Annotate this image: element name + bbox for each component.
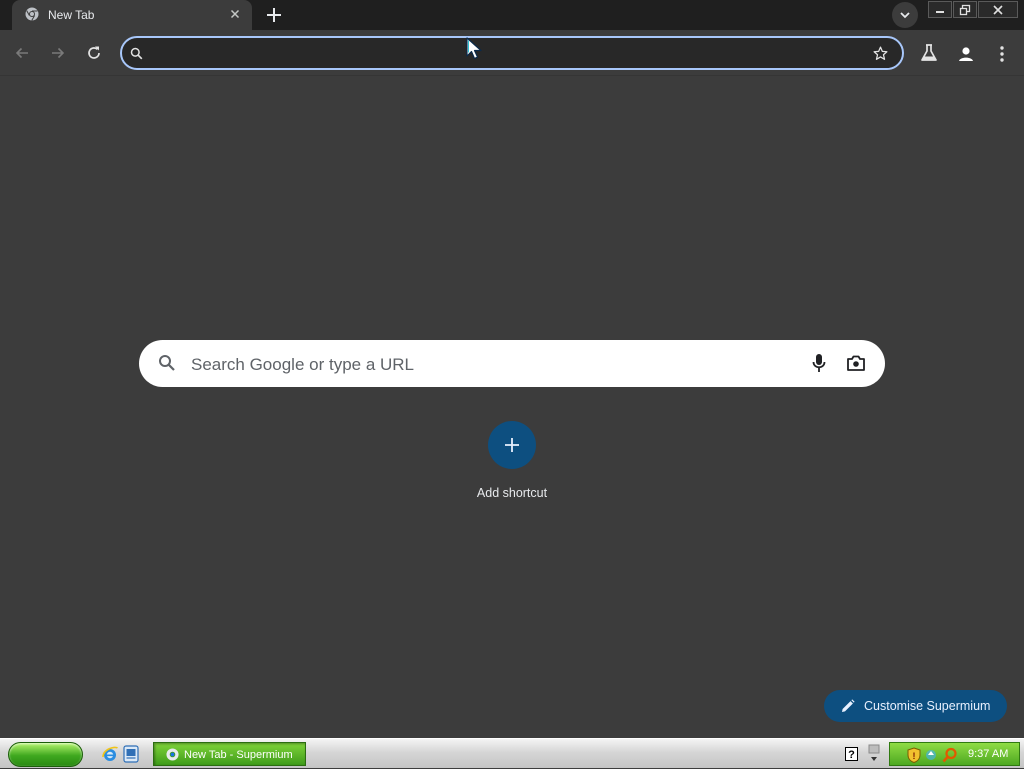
search-icon[interactable]	[942, 747, 958, 768]
chevron-icon[interactable]	[868, 744, 880, 769]
taskbar-item-supermium[interactable]: New Tab - Supermium	[153, 742, 306, 766]
toolbar	[0, 30, 1024, 76]
tab-strip: New Tab	[0, 0, 1024, 31]
customise-button[interactable]: Customise Supermium	[824, 690, 1007, 722]
reload-icon	[88, 46, 100, 59]
star-icon[interactable]	[872, 45, 889, 67]
minimize-button[interactable]	[928, 1, 952, 18]
svg-text:?: ?	[848, 749, 855, 761]
network-icon[interactable]	[924, 747, 938, 768]
flask-icon[interactable]	[918, 43, 942, 65]
tab-title: New Tab	[48, 8, 95, 22]
microphone-icon[interactable]	[810, 353, 828, 378]
svg-text:!: !	[913, 751, 916, 761]
start-button[interactable]	[8, 742, 83, 767]
system-tray: ! 9:37 AM	[889, 742, 1020, 766]
toolbar-divider	[0, 75, 1024, 76]
search-icon	[158, 354, 176, 377]
forward-button[interactable]	[45, 40, 71, 66]
customise-label: Customise Supermium	[864, 699, 991, 713]
profile-icon[interactable]	[954, 42, 978, 66]
ntp-search-placeholder: Search Google or type a URL	[191, 355, 415, 374]
restore-icon	[959, 4, 971, 15]
tab-new-tab[interactable]: New Tab	[12, 0, 252, 31]
window-close-button[interactable]	[978, 1, 1018, 18]
minimize-icon	[936, 10, 944, 13]
taskbar: New Tab - Supermium ? ! 9:37 AM	[0, 738, 1024, 768]
add-shortcut-button[interactable]	[488, 421, 536, 469]
forward-arrow-icon	[52, 47, 65, 59]
address-bar[interactable]	[120, 36, 904, 70]
add-shortcut-label: Add shortcut	[476, 486, 548, 500]
clock: 9:37 AM	[968, 748, 1009, 760]
internet-explorer-icon[interactable]	[101, 745, 119, 768]
kebab-menu-icon[interactable]	[990, 42, 1014, 66]
pencil-icon	[841, 699, 855, 718]
chevron-down-icon	[900, 12, 910, 19]
address-input[interactable]	[152, 45, 852, 63]
close-icon[interactable]	[226, 5, 244, 23]
add-shortcut-tile[interactable]: Add shortcut	[460, 420, 564, 510]
back-arrow-icon	[15, 47, 28, 59]
new-tab-button[interactable]	[262, 3, 286, 27]
camera-icon[interactable]	[846, 354, 866, 377]
ntp-search-box[interactable]: Search Google or type a URL	[139, 340, 885, 387]
chrome-icon	[166, 748, 179, 766]
close-icon	[993, 4, 1003, 15]
search-icon	[130, 47, 143, 65]
plus-icon	[267, 8, 281, 22]
shield-icon[interactable]: !	[907, 747, 921, 768]
mouse-pointer-icon	[466, 37, 484, 66]
chrome-icon	[25, 7, 39, 21]
back-button[interactable]	[9, 40, 35, 66]
taskbar-item-label: New Tab - Supermium	[184, 749, 293, 761]
restore-button[interactable]	[953, 1, 977, 18]
desktop-icon[interactable]	[123, 745, 139, 768]
tab-search-button[interactable]	[892, 2, 918, 28]
help-icon[interactable]: ?	[845, 747, 858, 766]
plus-icon	[505, 438, 519, 452]
reload-button[interactable]	[81, 40, 107, 66]
